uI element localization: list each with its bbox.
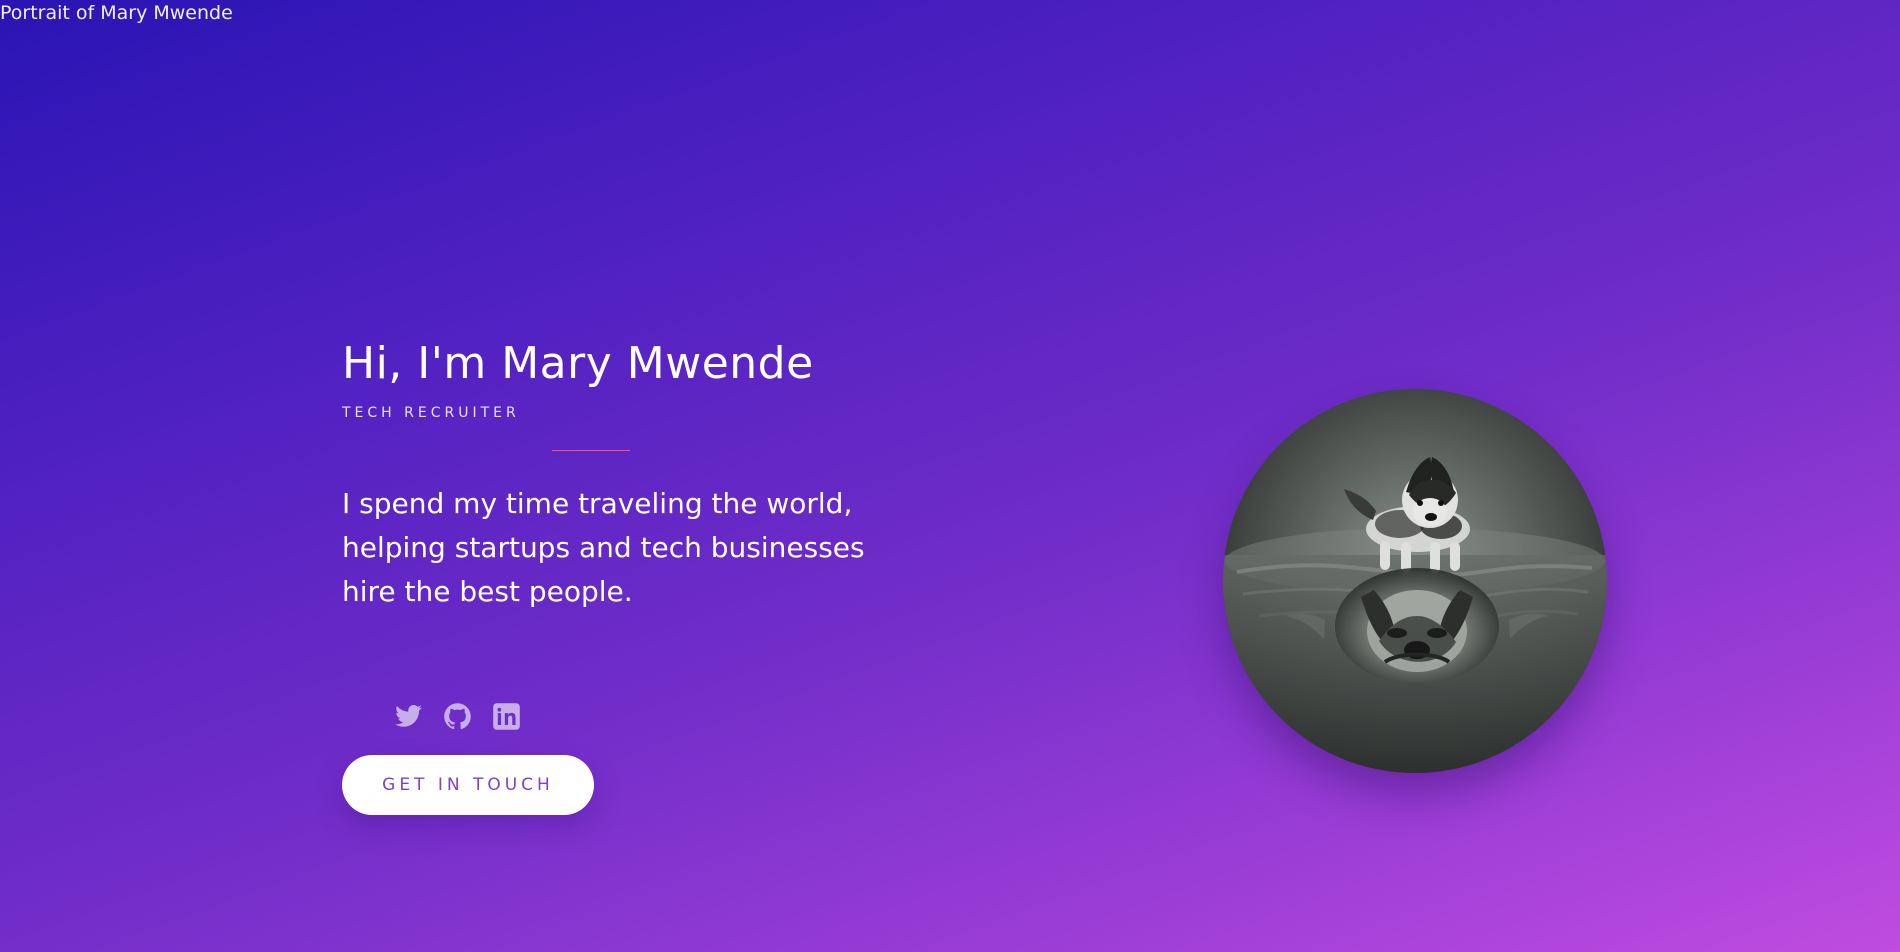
- hero-subtitle: TECH RECRUITER: [342, 405, 520, 421]
- hero-divider: [552, 450, 630, 451]
- github-icon[interactable]: [443, 702, 472, 731]
- get-in-touch-button[interactable]: GET IN TOUCH: [342, 755, 594, 815]
- portrait-image: [1223, 389, 1607, 773]
- hero-section: Hi, I'm Mary Mwende TECH RECRUITER I spe…: [342, 338, 902, 815]
- twitter-icon[interactable]: [394, 702, 423, 731]
- social-links: [394, 702, 521, 731]
- hero-title: Hi, I'm Mary Mwende: [342, 338, 814, 389]
- hero-description: I spend my time traveling the world, hel…: [342, 487, 865, 608]
- portrait-alt-text: Portrait of Mary Mwende: [0, 2, 233, 24]
- linkedin-icon[interactable]: [492, 702, 521, 731]
